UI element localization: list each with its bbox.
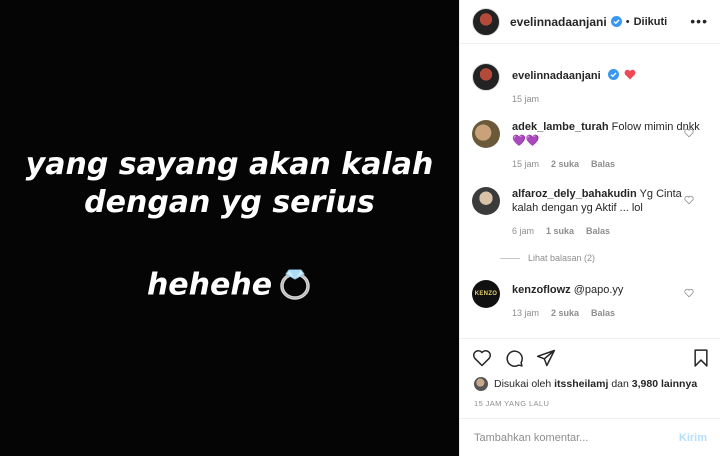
comment-time: 6 jam xyxy=(512,226,535,236)
heart-icon[interactable] xyxy=(472,348,492,368)
like-comment-icon[interactable] xyxy=(684,288,694,298)
header-separator: • xyxy=(625,15,630,28)
image-text-line-1: yang sayang akan kalah xyxy=(25,147,434,182)
comment-username[interactable]: kenzoflowz xyxy=(512,284,571,296)
image-text-line-3: hehehe xyxy=(147,262,312,310)
comment-icon[interactable] xyxy=(504,348,524,368)
comment-mention-link[interactable]: @papo.yy xyxy=(574,284,624,296)
following-button[interactable]: Diikuti xyxy=(634,16,668,28)
liked-by-prefix: Disukai oleh xyxy=(494,378,552,390)
comment-likes[interactable]: 1 suka xyxy=(546,226,574,236)
comment-item: adek_lambe_turah Folow mimin dnkk 💜💜 15 … xyxy=(472,120,712,171)
comment-item: KENZO kenzoflowz @papo.yy 13 jam 2 suka … xyxy=(472,280,712,320)
ring-emoji-icon xyxy=(278,262,312,310)
likes-count[interactable]: 3,980 lainnya xyxy=(632,378,697,390)
reply-button[interactable]: Balas xyxy=(586,226,610,236)
post-header: evelinnadaanjani • Diikuti ••• xyxy=(460,0,720,44)
comments-list[interactable]: evelinnadaanjani 15 jam adek_lambe_turah… xyxy=(460,45,720,338)
more-icon[interactable]: ••• xyxy=(690,14,708,28)
red-heart-emoji-icon xyxy=(624,69,636,80)
avatar[interactable]: KENZO xyxy=(472,280,500,308)
post-actions: Disukai oleh itssheilamj dan 3,980 lainn… xyxy=(460,338,720,456)
reply-button[interactable]: Balas xyxy=(591,308,615,318)
post-timestamp[interactable]: 15 JAM YANG LALU xyxy=(460,399,720,408)
verified-badge-icon xyxy=(610,16,622,27)
avatar[interactable] xyxy=(472,187,500,215)
comment-username[interactable]: adek_lambe_turah xyxy=(512,121,609,133)
bookmark-icon[interactable] xyxy=(691,348,711,368)
purple-heart-emoji-icon: 💜💜 xyxy=(512,135,540,147)
verified-badge-icon xyxy=(607,69,619,80)
likes-summary: Disukai oleh itssheilamj dan 3,980 lainn… xyxy=(460,377,720,391)
avatar[interactable] xyxy=(474,377,488,391)
avatar[interactable] xyxy=(472,7,500,36)
like-comment-icon[interactable] xyxy=(684,195,694,205)
post-side-panel: evelinnadaanjani • Diikuti ••• evelinnad… xyxy=(459,0,720,456)
caption-username[interactable]: evelinnadaanjani xyxy=(512,70,601,82)
comment-likes[interactable]: 2 suka xyxy=(551,159,579,169)
post-image[interactable]: yang sayang akan kalah dengan yg serius … xyxy=(0,0,459,456)
image-text-tail: hehehe xyxy=(146,267,273,303)
reply-button[interactable]: Balas xyxy=(591,159,615,169)
liked-by-mid: dan xyxy=(611,378,629,390)
comment-item: alfaroz_dely_bahakudin Yg Cinta kalah de… xyxy=(472,187,712,238)
view-replies-label: Lihat balasan (2) xyxy=(528,253,596,263)
comment-time: 15 jam xyxy=(512,94,540,104)
avatar[interactable] xyxy=(472,120,500,148)
view-replies-button[interactable]: Lihat balasan (2) xyxy=(500,253,595,263)
avatar[interactable] xyxy=(472,63,500,91)
instagram-post: yang sayang akan kalah dengan yg serius … xyxy=(0,0,720,456)
add-comment-bar: Kirim xyxy=(460,418,720,456)
post-comment-button[interactable]: Kirim xyxy=(679,432,707,444)
comment-username[interactable]: alfaroz_dely_bahakudin xyxy=(512,188,637,200)
caption-comment: evelinnadaanjani 15 jam xyxy=(472,63,712,106)
comment-time: 13 jam xyxy=(512,308,540,318)
comment-input[interactable] xyxy=(474,431,664,444)
comment-time: 15 jam xyxy=(512,159,540,169)
comment-likes[interactable]: 2 suka xyxy=(551,308,579,318)
header-username[interactable]: evelinnadaanjani xyxy=(510,15,607,29)
image-text-line-2: dengan yg serius xyxy=(84,185,375,220)
liked-by-user[interactable]: itssheilamj xyxy=(554,378,608,390)
like-comment-icon[interactable] xyxy=(684,128,694,138)
share-icon[interactable] xyxy=(536,348,556,368)
